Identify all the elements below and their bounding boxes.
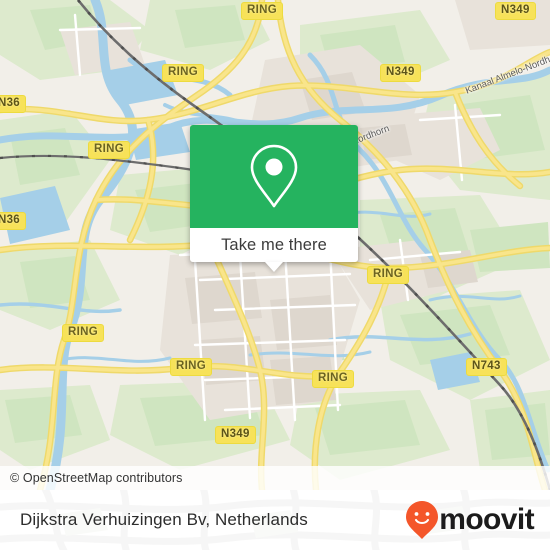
road-shield-ring-5: RING bbox=[88, 141, 130, 159]
location-title-text: Dijkstra Verhuizingen Bv, Netherlands bbox=[20, 510, 308, 529]
moovit-logo[interactable]: moovit bbox=[405, 490, 535, 550]
road-shield-ring-8: RING bbox=[62, 324, 104, 342]
road-shield-ring-10: RING bbox=[312, 370, 354, 388]
road-shield-ring-7: RING bbox=[367, 266, 409, 284]
take-me-there-popup[interactable]: Take me there bbox=[190, 125, 358, 272]
road-shield-n36-6: N36 bbox=[0, 212, 26, 230]
moovit-wordmark: moovit bbox=[439, 503, 534, 536]
popup-action-bar[interactable]: Take me there bbox=[190, 228, 358, 262]
road-shield-ring-9: RING bbox=[170, 358, 212, 376]
map-canvas[interactable]: RING N349 RING N349 N36 RING N36 RING RING RING RI… bbox=[0, 0, 550, 490]
moovit-smiley-pin-icon bbox=[406, 501, 439, 539]
page-footer: Dijkstra Verhuizingen Bv, Netherlands mo… bbox=[0, 490, 550, 550]
location-title: Dijkstra Verhuizingen Bv, Netherlands bbox=[20, 490, 308, 550]
road-shield-ring-2: RING bbox=[162, 64, 204, 82]
map-attribution[interactable]: © OpenStreetMap contributors bbox=[0, 466, 550, 490]
road-shield-n349-1: N349 bbox=[495, 2, 536, 20]
popup-icon-area bbox=[190, 125, 358, 228]
attribution-text: © OpenStreetMap contributors bbox=[10, 471, 183, 485]
road-shield-ring-0: RING bbox=[241, 2, 283, 20]
popup-pointer bbox=[265, 262, 283, 272]
take-me-there-label: Take me there bbox=[221, 235, 327, 254]
moovit-map-page: RING N349 RING N349 N36 RING N36 RING RING RING RI… bbox=[0, 0, 550, 550]
location-pin-icon bbox=[250, 144, 298, 207]
road-shield-n743-11: N743 bbox=[466, 358, 507, 376]
road-shield-n36-4: N36 bbox=[0, 95, 26, 113]
road-shield-n349-12: N349 bbox=[215, 426, 256, 444]
road-shield-n349-3: N349 bbox=[380, 64, 421, 82]
